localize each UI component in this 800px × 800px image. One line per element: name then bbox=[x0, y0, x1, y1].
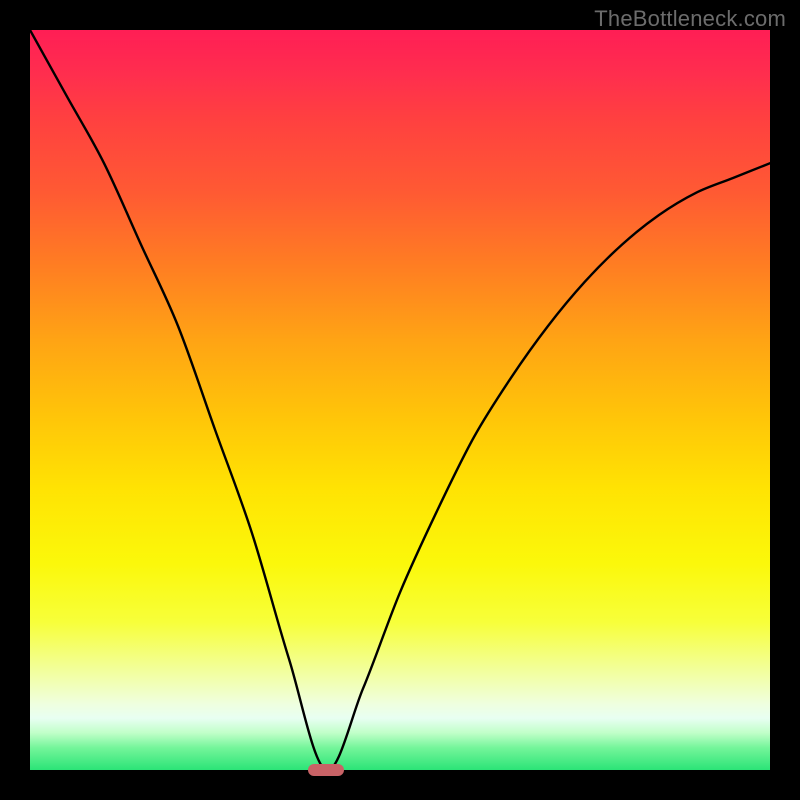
chart-plot-area bbox=[30, 30, 770, 770]
watermark-text: TheBottleneck.com bbox=[594, 6, 786, 32]
optimal-marker bbox=[308, 764, 344, 776]
chart-frame: TheBottleneck.com bbox=[0, 0, 800, 800]
